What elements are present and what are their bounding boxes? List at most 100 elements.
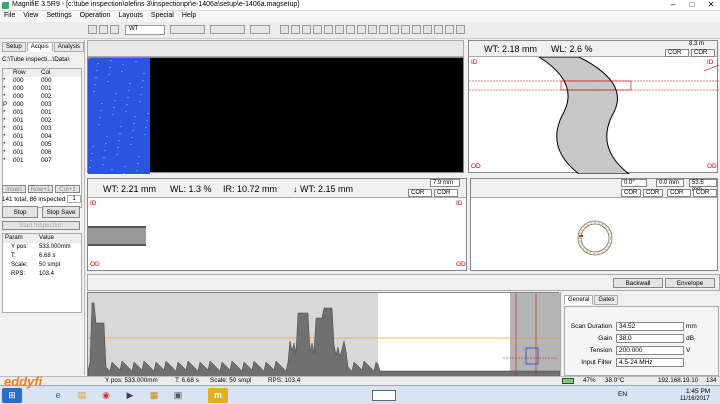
menu-operation[interactable]: Operation bbox=[76, 11, 115, 20]
wt-view-selector[interactable]: WT bbox=[125, 25, 165, 35]
cscan-pane[interactable] bbox=[87, 57, 464, 174]
offset-select[interactable]: 0.0 mm bbox=[656, 179, 684, 187]
angle-select[interactable]: 0.0° bbox=[621, 179, 647, 187]
toolbar-button[interactable] bbox=[412, 25, 421, 34]
param-value: 533.000mm bbox=[39, 244, 71, 250]
tab-general[interactable]: General bbox=[564, 295, 594, 305]
start-icon[interactable]: ⊞ bbox=[2, 388, 22, 403]
explorer-icon[interactable]: ▤ bbox=[72, 388, 92, 403]
bscan-header: WT: 2.21 mm WL: 1.3 % IR: 10.72 mm ↓ WT:… bbox=[88, 179, 466, 198]
col-plus-button[interactable]: Col+1 bbox=[55, 185, 80, 193]
list-cell: 000 bbox=[13, 77, 24, 84]
toolbar-button[interactable] bbox=[250, 25, 270, 34]
toolbar-button[interactable] bbox=[379, 25, 388, 34]
list-item[interactable]: * 001 007 bbox=[3, 157, 81, 165]
ie-icon[interactable]: e bbox=[48, 388, 68, 403]
ascan-pane[interactable] bbox=[87, 292, 560, 377]
bscan-range-select[interactable]: 7.9 mm bbox=[430, 179, 460, 187]
tension-unit: V bbox=[686, 347, 691, 354]
list-item[interactable]: * 001 003 bbox=[3, 125, 81, 133]
list-cell: * bbox=[3, 133, 6, 140]
bscan-cor-select-2[interactable]: COR bbox=[434, 189, 458, 197]
toolbar-button[interactable] bbox=[434, 25, 443, 34]
circle-cor-select-3[interactable]: COR bbox=[667, 189, 691, 197]
diameter-select[interactable]: 53.5 mm bbox=[689, 179, 717, 193]
toolbar-button[interactable] bbox=[291, 25, 300, 34]
toolbar-button[interactable] bbox=[280, 25, 289, 34]
list-item[interactable]: * 000 000 bbox=[3, 77, 81, 85]
insert-button[interactable]: Insert bbox=[2, 185, 26, 193]
toolbar-button[interactable] bbox=[324, 25, 333, 34]
scan-duration-unit: mm bbox=[686, 323, 697, 330]
toolbar-button[interactable] bbox=[335, 25, 344, 34]
gain-field[interactable]: 38.0 bbox=[616, 334, 684, 343]
toolbar-button[interactable] bbox=[445, 25, 454, 34]
start-inspection-button[interactable]: Start Inspection bbox=[2, 221, 80, 230]
tab-setup[interactable]: Setup bbox=[2, 42, 26, 52]
toolbar-button[interactable] bbox=[368, 25, 377, 34]
maximize-button[interactable]: □ bbox=[683, 0, 701, 10]
toolbar-button[interactable] bbox=[401, 25, 410, 34]
list-item[interactable]: * 000 001 bbox=[3, 85, 81, 93]
toolbar-button[interactable] bbox=[99, 25, 108, 34]
toolbar-button[interactable] bbox=[456, 25, 465, 34]
list-item[interactable]: * 001 005 bbox=[3, 141, 81, 149]
toolbar-button[interactable] bbox=[423, 25, 432, 34]
tab-analysis[interactable]: Analysis bbox=[53, 42, 85, 52]
menu-settings[interactable]: Settings bbox=[42, 11, 75, 20]
toolbar-button[interactable] bbox=[313, 25, 322, 34]
list-cell: 001 bbox=[13, 133, 24, 140]
toolbar-button[interactable] bbox=[357, 25, 366, 34]
list-item[interactable]: * 001 004 bbox=[3, 133, 81, 141]
toolbar-button[interactable] bbox=[302, 25, 311, 34]
toolbar-button[interactable] bbox=[110, 25, 119, 34]
list-item[interactable]: P 000 003 bbox=[3, 101, 81, 109]
taskbar-lang[interactable]: EN bbox=[618, 391, 627, 398]
toolbar-button[interactable] bbox=[88, 25, 97, 34]
stop-save-button[interactable]: Stop Save bbox=[42, 206, 80, 218]
minimize-button[interactable]: – bbox=[664, 0, 682, 10]
row-plus-button[interactable]: Row+1 bbox=[28, 185, 53, 193]
tension-field[interactable]: 200.000 bbox=[616, 346, 684, 355]
backwall-button[interactable]: Backwall bbox=[613, 278, 663, 288]
circle-cor-select-2[interactable]: COR bbox=[643, 189, 663, 197]
list-cell: 001 bbox=[41, 85, 52, 92]
toolbar-button[interactable] bbox=[390, 25, 399, 34]
input-filter-select[interactable]: 4.5-24 MHz bbox=[616, 358, 684, 367]
chrome-icon[interactable]: ◉ bbox=[96, 388, 116, 403]
toolbar-button[interactable] bbox=[210, 25, 245, 34]
list-item[interactable]: * 000 002 bbox=[3, 93, 81, 101]
tab-gates[interactable]: Gates bbox=[594, 295, 619, 305]
profile-cor-select-2[interactable]: COR bbox=[691, 49, 715, 57]
tab-acquis[interactable]: Acquis bbox=[26, 42, 53, 52]
envelope-button[interactable]: Envelope bbox=[665, 278, 715, 288]
list-cell: 001 bbox=[13, 141, 24, 148]
menu-file[interactable]: File bbox=[0, 11, 19, 20]
media-icon[interactable]: ▶ bbox=[120, 388, 140, 403]
circle-cor-select-1[interactable]: COR bbox=[621, 189, 641, 197]
menu-view[interactable]: View bbox=[19, 11, 42, 20]
list-cell: 001 bbox=[41, 109, 52, 116]
profile-cor-select[interactable]: COR bbox=[665, 49, 689, 57]
close-button[interactable]: ✕ bbox=[702, 0, 720, 10]
toolbar-button[interactable] bbox=[170, 25, 205, 34]
taskbar: eddyfi ⊞ e ▤ ◉ ▶ ▦ ▣ m EN 1:45 PM 11/16/… bbox=[0, 374, 720, 404]
circle-cor-select-4[interactable]: COR bbox=[693, 189, 717, 197]
toolbar-button[interactable] bbox=[346, 25, 355, 34]
list-item[interactable]: * 001 002 bbox=[3, 117, 81, 125]
list-item[interactable]: * 001 001 bbox=[3, 109, 81, 117]
menu-bar: File View Settings Operation Layouts Special H… bbox=[0, 11, 720, 22]
list-item[interactable]: * 001 006 bbox=[3, 149, 81, 157]
menu-special[interactable]: Special bbox=[147, 11, 178, 20]
bscan-cor-select[interactable]: COR bbox=[408, 189, 432, 197]
menu-layouts[interactable]: Layouts bbox=[114, 11, 147, 20]
folder-icon[interactable]: ▦ bbox=[144, 388, 164, 403]
scan-duration-field[interactable]: 34.52 bbox=[616, 322, 684, 331]
circle-pane[interactable]: 0.0° 0.0 mm 53.5 mm COR COR COR COR bbox=[470, 178, 718, 271]
magnifi-taskbar-icon[interactable]: m bbox=[208, 388, 228, 403]
app-icon-2[interactable]: ▣ bbox=[168, 388, 188, 403]
stop-button[interactable]: Stop bbox=[2, 206, 38, 218]
profile-pane[interactable]: WT: 2.18 mm WL: 2.6 % 8.3 m COR COR ID O… bbox=[468, 40, 719, 174]
menu-help[interactable]: Help bbox=[178, 11, 200, 20]
bscan-pane[interactable]: WT: 2.21 mm WL: 1.3 % IR: 10.72 mm ↓ WT:… bbox=[87, 178, 467, 271]
